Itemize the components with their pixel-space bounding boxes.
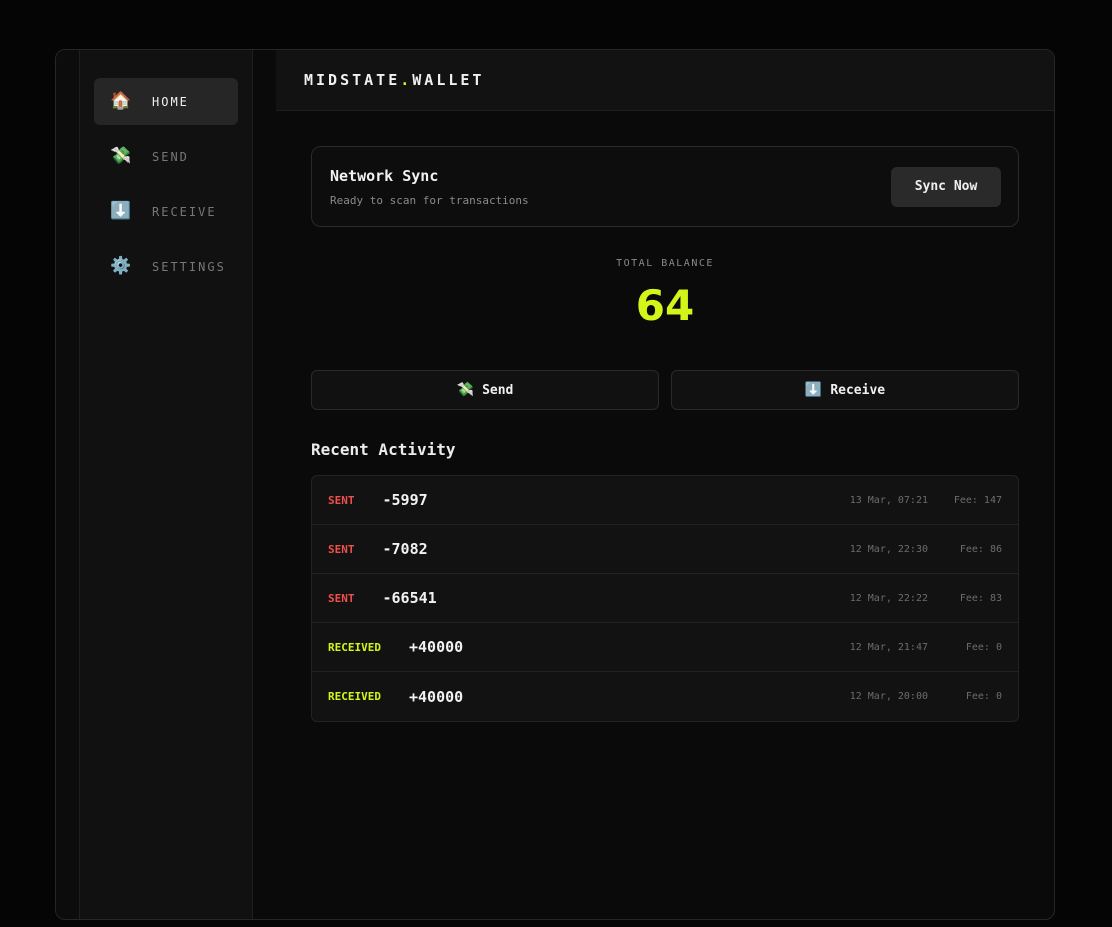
brand-suffix: WALLET <box>412 71 485 89</box>
sidebar-item-label: RECEIVE <box>152 204 217 219</box>
receive-button[interactable]: ⬇️ Receive <box>671 370 1019 410</box>
transaction-amount: -5997 <box>382 491 428 509</box>
transaction-type: SENT <box>328 591 355 605</box>
transaction-amount: -66541 <box>382 589 437 607</box>
transaction-row[interactable]: RECEIVED +40000 12 Mar, 21:47 Fee: 0 <box>312 623 1018 672</box>
sidebar-item-label: HOME <box>152 94 189 109</box>
sync-title: Network Sync <box>330 166 439 185</box>
money-wings-icon: 💸 <box>110 146 132 166</box>
transaction-date: 13 Mar, 07:21 <box>849 494 928 506</box>
transaction-row[interactable]: SENT -5997 13 Mar, 07:21 Fee: 147 <box>312 476 1018 525</box>
recent-activity-heading: Recent Activity <box>311 440 456 459</box>
sidebar-item-receive[interactable]: ⬇️ RECEIVE <box>94 188 238 235</box>
left-edge-strip <box>56 50 80 919</box>
sidebar-item-settings[interactable]: ⚙️ SETTINGS <box>94 243 238 290</box>
transaction-amount: -7082 <box>382 540 428 558</box>
main-content: Network Sync Ready to scan for transacti… <box>276 111 1054 919</box>
money-wings-icon: 💸 <box>456 382 475 398</box>
transaction-date: 12 Mar, 22:30 <box>849 543 928 555</box>
transaction-row[interactable]: RECEIVED +40000 12 Mar, 20:00 Fee: 0 <box>312 672 1018 721</box>
balance-section: TOTAL BALANCE 64 <box>311 258 1019 330</box>
down-arrow-icon: ⬇️ <box>110 201 132 221</box>
transaction-fee: Fee: 0 <box>965 691 1002 702</box>
brand-name: MIDSTATE <box>304 71 401 89</box>
receive-button-label: Receive <box>830 382 886 398</box>
sidebar-item-home[interactable]: 🏠 HOME <box>94 78 238 125</box>
transaction-fee: Fee: 0 <box>965 641 1002 653</box>
app-header: MIDSTATE.WALLET <box>276 50 1054 111</box>
transaction-type: SENT <box>328 542 355 556</box>
transaction-fee: Fee: 83 <box>959 592 1002 604</box>
sidebar: 🏠 HOME 💸 SEND ⬇️ RECEIVE ⚙️ SETTINGS <box>80 50 253 919</box>
transaction-type: SENT <box>328 493 355 507</box>
transaction-fee: Fee: 86 <box>959 543 1002 555</box>
total-balance-label: TOTAL BALANCE <box>616 258 714 269</box>
sync-now-button[interactable]: Sync Now <box>891 166 1001 207</box>
action-buttons: 💸 Send ⬇️ Receive <box>311 370 1019 410</box>
brand-dot: . <box>400 71 413 89</box>
transaction-type: RECEIVED <box>328 690 381 703</box>
sidebar-item-label: SEND <box>152 149 189 164</box>
send-button[interactable]: 💸 Send <box>311 370 659 410</box>
gear-icon: ⚙️ <box>110 256 132 276</box>
brand-logo: MIDSTATE.WALLET <box>304 71 484 89</box>
transaction-type: RECEIVED <box>328 640 381 654</box>
send-button-label: Send <box>482 382 514 398</box>
total-balance-value: 64 <box>635 281 695 330</box>
app-window: 🏠 HOME 💸 SEND ⬇️ RECEIVE ⚙️ SETTINGS MID… <box>55 49 1055 920</box>
home-icon: 🏠 <box>110 91 132 111</box>
transaction-list: SENT -5997 13 Mar, 07:21 Fee: 147 SENT -… <box>311 475 1019 722</box>
transaction-date: 12 Mar, 20:00 <box>849 691 928 702</box>
transaction-date: 12 Mar, 21:47 <box>849 641 928 653</box>
transaction-amount: +40000 <box>408 687 464 706</box>
transaction-row[interactable]: SENT -7082 12 Mar, 22:30 Fee: 86 <box>312 525 1018 574</box>
sidebar-item-label: SETTINGS <box>152 259 226 274</box>
sync-text: Network Sync Ready to scan for transacti… <box>330 167 529 207</box>
sidebar-item-send[interactable]: 💸 SEND <box>94 133 238 180</box>
transaction-date: 12 Mar, 22:22 <box>849 592 928 604</box>
transaction-fee: Fee: 147 <box>953 494 1002 506</box>
sync-subtitle: Ready to scan for transactions <box>330 193 529 207</box>
transaction-row[interactable]: SENT -66541 12 Mar, 22:22 Fee: 83 <box>312 574 1018 623</box>
transaction-amount: +40000 <box>408 638 464 656</box>
down-arrow-icon: ⬇️ <box>804 382 823 398</box>
network-sync-card: Network Sync Ready to scan for transacti… <box>311 146 1019 227</box>
